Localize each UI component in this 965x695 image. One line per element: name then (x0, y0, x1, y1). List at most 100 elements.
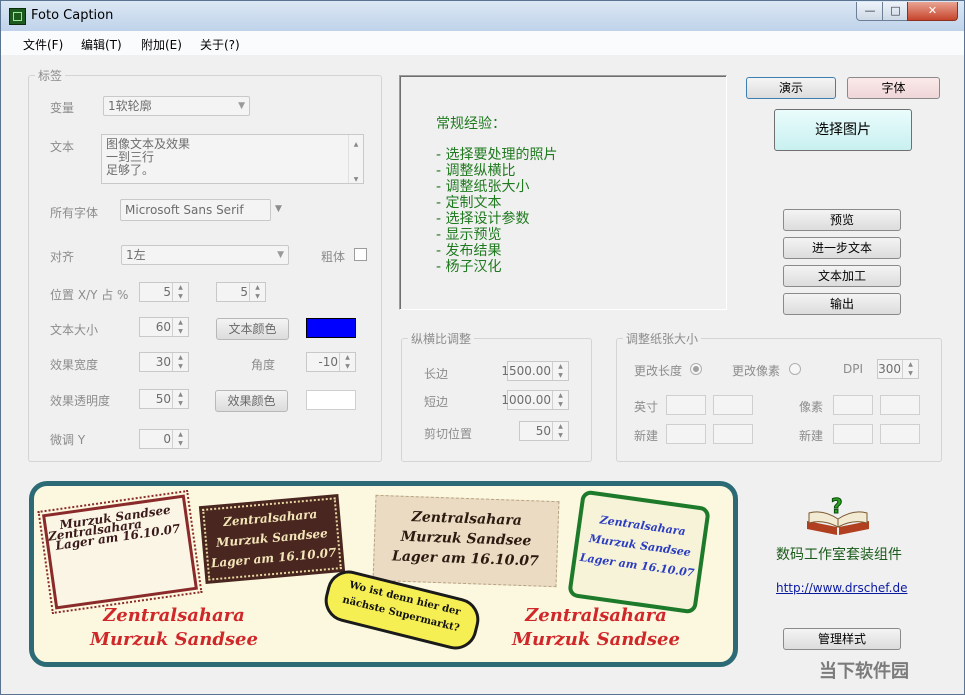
long-side-spinner[interactable]: 1500.00 ▲ ▼ (501, 361, 569, 381)
banner-text-left: Zentralsahara Murzuk Sandsee (74, 604, 274, 652)
menu-bar: 文件(F) 编辑(T) 附加(E) 关于(?) (1, 31, 964, 55)
effect-width-value: 30 (155, 355, 171, 369)
variant-label: 变量 (50, 101, 75, 115)
spinner-arrows-icon[interactable]: ▲ ▼ (552, 391, 568, 409)
menu-file[interactable]: 文件(F) (23, 36, 63, 53)
effect-opacity-value: 50 (155, 392, 171, 406)
spinner-arrows-icon[interactable]: ▲ ▼ (339, 353, 355, 371)
position-y-spinner[interactable]: 5 ▲ ▼ (216, 282, 266, 302)
pixel-width-field[interactable] (833, 395, 873, 415)
spinner-arrows-icon[interactable]: ▲ ▼ (172, 430, 188, 448)
chevron-down-icon: ▼ (238, 101, 245, 111)
chevron-down-icon[interactable]: ▼ (275, 204, 282, 214)
caption-textarea[interactable]: 图像文本及效果 一到三行 足够了。 ▲ ▼ (101, 134, 364, 184)
spinner-arrows-icon[interactable]: ▲ ▼ (552, 422, 568, 440)
font-button[interactable]: 字体 (847, 77, 940, 99)
banner-line: Zentralsahara (103, 605, 245, 626)
effect-opacity-spinner[interactable]: 50 ▲ ▼ (139, 389, 189, 409)
spinner-arrows-icon[interactable]: ▲ ▼ (172, 390, 188, 408)
font-value: Microsoft Sans Serif (125, 203, 244, 217)
long-side-label: 长边 (424, 367, 449, 381)
bold-label: 粗体 (321, 250, 346, 264)
spinner-arrows-icon[interactable]: ▲ ▼ (902, 360, 918, 378)
size-value: 60 (155, 320, 171, 334)
close-button[interactable]: ✕ (907, 2, 958, 21)
change-length-label: 更改长度 (634, 364, 683, 378)
banner-line: Murzuk Sandsee (90, 629, 258, 650)
position-label: 位置 X/Y 占 % (50, 288, 129, 302)
effect-width-label: 效果宽度 (50, 358, 99, 372)
spinner-arrows-icon[interactable]: ▲ ▼ (172, 283, 188, 301)
maximize-button[interactable]: □ (882, 2, 909, 21)
sample-tag-red: Zentralsahara Murzuk Sandsee Lager am 16… (37, 489, 203, 615)
suite-link[interactable]: http://www.drschef.de (776, 581, 907, 595)
effect-color-swatch[interactable] (306, 390, 356, 410)
effect-opacity-label: 效果透明度 (50, 394, 111, 408)
new-pixel-height-field[interactable] (880, 424, 920, 444)
long-side-value: 1500.00 (501, 364, 551, 378)
new-pixel-width-field[interactable] (833, 424, 873, 444)
position-x-spinner[interactable]: 5 ▲ ▼ (139, 282, 189, 302)
position-x-value: 5 (163, 285, 171, 299)
textarea-scrollbar[interactable]: ▲ ▼ (348, 135, 363, 183)
change-pixel-radio[interactable] (789, 363, 801, 375)
instruction-step: - 杨子汉化 (436, 259, 502, 275)
text-color-swatch[interactable] (306, 318, 356, 338)
text-label: 文本 (50, 140, 75, 154)
spinner-arrows-icon[interactable]: ▲ ▼ (172, 318, 188, 336)
inch-width-field[interactable] (666, 395, 706, 415)
font-combo[interactable]: Microsoft Sans Serif (120, 199, 271, 221)
demo-button[interactable]: 演示 (746, 77, 836, 99)
new-inch-height-field[interactable] (713, 424, 753, 444)
instructions-panel: 常规经验： - 选择要处理的照片 - 调整纵横比 - 调整纸张大小 - 定制文本… (399, 75, 727, 310)
inch-height-field[interactable] (713, 395, 753, 415)
more-text-button[interactable]: 进一步文本 (783, 237, 901, 259)
menu-about[interactable]: 关于(?) (200, 36, 240, 53)
spinner-arrows-icon[interactable]: ▲ ▼ (249, 283, 265, 301)
chevron-down-icon: ▼ (277, 250, 284, 260)
svg-text:?: ? (831, 497, 843, 518)
manage-styles-button[interactable]: 管理样式 (783, 628, 901, 650)
text-color-button[interactable]: 文本颜色 (216, 318, 289, 340)
app-window: Foto Caption — □ ✕ 文件(F) 编辑(T) 附加(E) 关于(… (0, 0, 965, 695)
caption-line: 足够了。 (106, 163, 155, 177)
select-image-button[interactable]: 选择图片 (774, 109, 912, 151)
pixel-height-field[interactable] (880, 395, 920, 415)
crop-position-value: 50 (535, 424, 551, 438)
menu-extras[interactable]: 附加(E) (141, 36, 182, 53)
minimize-button[interactable]: — (856, 2, 884, 21)
bold-checkbox[interactable] (354, 248, 367, 261)
angle-spinner[interactable]: -10 ▲ ▼ (306, 352, 356, 372)
crop-position-spinner[interactable]: 50 ▲ ▼ (519, 421, 569, 441)
new-pixel-label: 新建 (799, 429, 824, 443)
aspect-ratio-title: 纵横比调整 (408, 330, 475, 347)
dpi-spinner[interactable]: 300 ▲ ▼ (877, 359, 919, 379)
crop-position-label: 剪切位置 (424, 427, 473, 441)
spinner-arrows-icon[interactable]: ▲ ▼ (172, 353, 188, 371)
spinner-arrows-icon[interactable]: ▲ ▼ (552, 362, 568, 380)
font-label: 所有字体 (50, 206, 99, 220)
menu-edit[interactable]: 编辑(T) (81, 36, 122, 53)
new-inch-width-field[interactable] (666, 424, 706, 444)
effect-width-spinner[interactable]: 30 ▲ ▼ (139, 352, 189, 372)
align-combo[interactable]: 1左 ▼ (121, 245, 289, 265)
change-length-radio[interactable] (690, 363, 702, 375)
variant-combo[interactable]: 1软轮廓 ▼ (103, 96, 250, 116)
short-side-value: 1000.00 (501, 393, 551, 407)
effect-color-button[interactable]: 效果颜色 (215, 390, 288, 412)
book-icon: ? (803, 494, 873, 537)
output-button[interactable]: 输出 (783, 293, 901, 315)
title-bar[interactable]: Foto Caption — □ ✕ (1, 1, 964, 31)
instructions-heading: 常规经验： (436, 116, 506, 132)
pixel-label: 像素 (799, 400, 824, 414)
preview-button[interactable]: 预览 (783, 209, 901, 231)
fine-y-spinner[interactable]: 0 ▲ ▼ (139, 429, 189, 449)
label-group-title: 标签 (35, 67, 66, 84)
dpi-label: DPI (843, 362, 864, 376)
new-label: 新建 (634, 429, 659, 443)
short-side-spinner[interactable]: 1000.00 ▲ ▼ (501, 390, 569, 410)
text-processing-button[interactable]: 文本加工 (783, 265, 901, 287)
dpi-value: 300 (878, 362, 901, 376)
size-spinner[interactable]: 60 ▲ ▼ (139, 317, 189, 337)
window-title: Foto Caption (31, 8, 114, 23)
